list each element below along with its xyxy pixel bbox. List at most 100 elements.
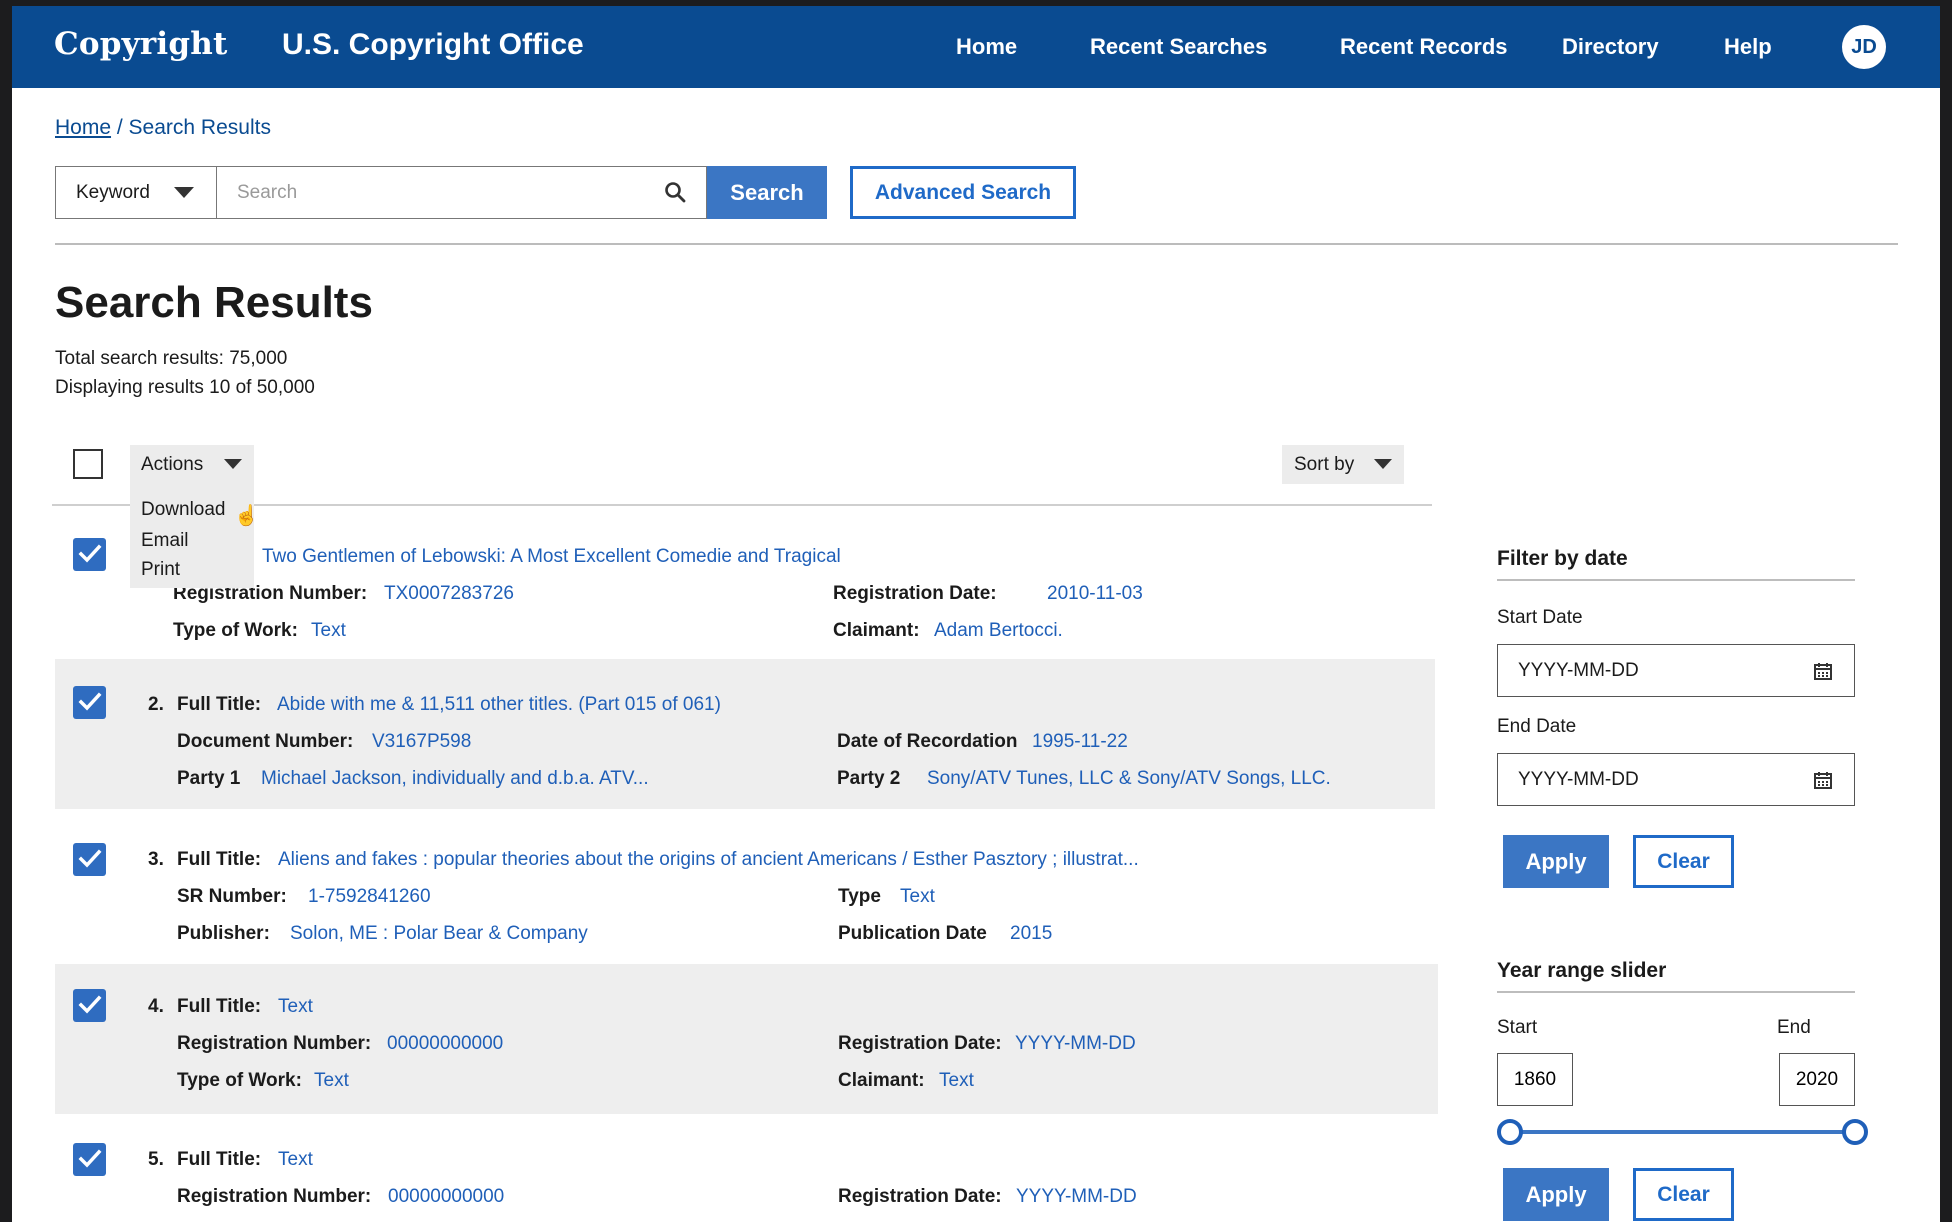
result-title-link[interactable]: Aliens and fakes : popular theories abou… — [278, 849, 1139, 871]
field-value[interactable]: Adam Bertocci. — [934, 620, 1063, 642]
field-label: Publication Date — [838, 923, 987, 944]
result-checkbox[interactable] — [73, 538, 106, 571]
nav-recent-records[interactable]: Recent Records — [1340, 34, 1508, 60]
field-value[interactable]: 1-7592841260 — [308, 886, 431, 908]
result-title-link[interactable]: Text — [278, 1149, 313, 1171]
advanced-search-button[interactable]: Advanced Search — [850, 166, 1076, 219]
field-label: Claimant: — [838, 1070, 925, 1091]
calendar-icon[interactable] — [1814, 662, 1832, 680]
search-icon[interactable] — [664, 181, 686, 203]
nav-recent-searches[interactable]: Recent Searches — [1090, 34, 1267, 60]
displaying-results-text: Displaying results 10 of 50,000 — [55, 377, 315, 398]
result-number: 3. — [148, 849, 164, 870]
field-label: Document Number: — [177, 731, 354, 752]
result-checkbox[interactable] — [73, 989, 106, 1022]
field-label: Date of Recordation — [837, 731, 1018, 752]
filter-by-date-heading: Filter by date — [1497, 547, 1628, 570]
date-clear-button[interactable]: Clear — [1633, 835, 1734, 888]
breadcrumb-current: / Search Results — [116, 116, 271, 139]
nav-directory[interactable]: Directory — [1562, 34, 1659, 60]
end-date-field[interactable] — [1497, 753, 1855, 806]
field-value[interactable]: TX0007283726 — [384, 583, 514, 605]
nav-home[interactable]: Home — [956, 34, 1017, 60]
result-item-4: 4. Full Title: Text Registration Number:… — [55, 964, 1438, 1114]
checkmark-icon — [78, 692, 102, 711]
page-title: Search Results — [55, 278, 373, 327]
field-value[interactable]: 00000000000 — [388, 1186, 504, 1208]
nav-help[interactable]: Help — [1724, 34, 1772, 60]
user-avatar[interactable]: JD — [1842, 25, 1886, 69]
divider — [1497, 991, 1855, 993]
field-value[interactable]: Text — [939, 1070, 974, 1092]
menu-item-email[interactable]: Email — [141, 530, 189, 552]
year-clear-button[interactable]: Clear — [1633, 1168, 1734, 1221]
copyright-logo[interactable]: Copyright — [54, 26, 227, 62]
search-type-dropdown[interactable]: Keyword — [55, 166, 217, 219]
calendar-icon[interactable] — [1814, 771, 1832, 789]
field-value[interactable]: V3167P598 — [372, 731, 471, 753]
field-label: Full Title: — [177, 996, 262, 1017]
field-label: Registration Date: — [833, 583, 997, 604]
field-label: Registration Number: — [177, 1033, 372, 1054]
field-label: Full Title: — [177, 694, 262, 715]
field-value[interactable]: Michael Jackson, individually and d.b.a.… — [261, 768, 649, 790]
menu-item-download[interactable]: Download — [141, 499, 226, 521]
year-apply-button[interactable]: Apply — [1503, 1168, 1609, 1221]
search-input[interactable] — [217, 166, 707, 219]
field-label: Type of Work: — [177, 1070, 302, 1091]
field-label: Registration Date: — [838, 1186, 1002, 1207]
actions-label: Actions — [141, 453, 204, 475]
field-value[interactable]: Sony/ATV Tunes, LLC & Sony/ATV Songs, LL… — [927, 768, 1331, 790]
result-item-2: 2. Full Title: Abide with me & 11,511 ot… — [55, 659, 1435, 809]
field-label: Party 1 — [177, 768, 241, 789]
sort-by-dropdown[interactable]: Sort by — [1282, 445, 1404, 484]
result-title-link[interactable]: Text — [278, 996, 313, 1018]
year-start-input[interactable] — [1497, 1053, 1573, 1106]
breadcrumb-home-link[interactable]: Home — [55, 116, 111, 139]
field-label: Registration Date: — [838, 1033, 1002, 1054]
sort-by-label: Sort by — [1294, 453, 1355, 475]
result-item-5: 5. Full Title: Text Registration Number:… — [55, 1116, 1435, 1222]
field-value[interactable]: 00000000000 — [387, 1033, 503, 1055]
result-checkbox[interactable] — [73, 1143, 106, 1176]
start-date-field[interactable] — [1497, 644, 1855, 697]
field-label: Party 2 — [837, 768, 901, 789]
field-label: Publisher: — [177, 923, 270, 944]
checkmark-icon — [78, 1149, 102, 1168]
result-checkbox[interactable] — [73, 686, 106, 719]
result-checkbox[interactable] — [73, 843, 106, 876]
slider-start-handle[interactable] — [1497, 1119, 1523, 1145]
field-value[interactable]: Solon, ME : Polar Bear & Company — [290, 923, 588, 945]
app-window: Copyright U.S. Copyright Office Home Rec… — [12, 6, 1940, 1222]
menu-item-print[interactable]: Print — [141, 559, 180, 581]
search-button[interactable]: Search — [707, 166, 827, 219]
field-value[interactable]: YYYY-MM-DD — [1015, 1033, 1136, 1055]
field-label: Full Title: — [177, 849, 262, 870]
date-apply-button[interactable]: Apply — [1503, 835, 1609, 888]
field-value[interactable]: 2015 — [1010, 923, 1052, 945]
field-label: Type — [838, 886, 881, 907]
result-title-link[interactable]: Abide with me & 11,511 other titles. (Pa… — [277, 694, 721, 716]
slider-track[interactable] — [1511, 1130, 1856, 1134]
field-value[interactable]: Text — [314, 1070, 349, 1092]
year-end-input[interactable] — [1779, 1053, 1855, 1106]
total-results-text: Total search results: 75,000 — [55, 348, 288, 369]
caret-down-icon — [1374, 459, 1392, 469]
end-date-label: End Date — [1497, 716, 1577, 737]
checkmark-icon — [78, 995, 102, 1014]
field-value[interactable]: Text — [311, 620, 346, 642]
divider — [55, 243, 1898, 245]
field-value[interactable]: 2010-11-03 — [1047, 583, 1143, 605]
divider — [1497, 579, 1855, 581]
field-value[interactable]: Text — [900, 886, 935, 908]
result-number: 4. — [148, 996, 164, 1017]
field-value[interactable]: YYYY-MM-DD — [1016, 1186, 1137, 1208]
actions-dropdown[interactable]: Actions — [130, 445, 254, 484]
slider-end-handle[interactable] — [1842, 1119, 1868, 1145]
result-title-link[interactable]: Two Gentlemen of Lebowski: A Most Excell… — [262, 546, 841, 568]
field-label: Claimant: — [833, 620, 920, 641]
select-all-checkbox[interactable] — [73, 449, 103, 479]
result-item-1: Two Gentlemen of Lebowski: A Most Excell… — [55, 521, 1435, 641]
field-value[interactable]: 1995-11-22 — [1032, 731, 1128, 753]
field-label: SR Number: — [177, 886, 287, 907]
